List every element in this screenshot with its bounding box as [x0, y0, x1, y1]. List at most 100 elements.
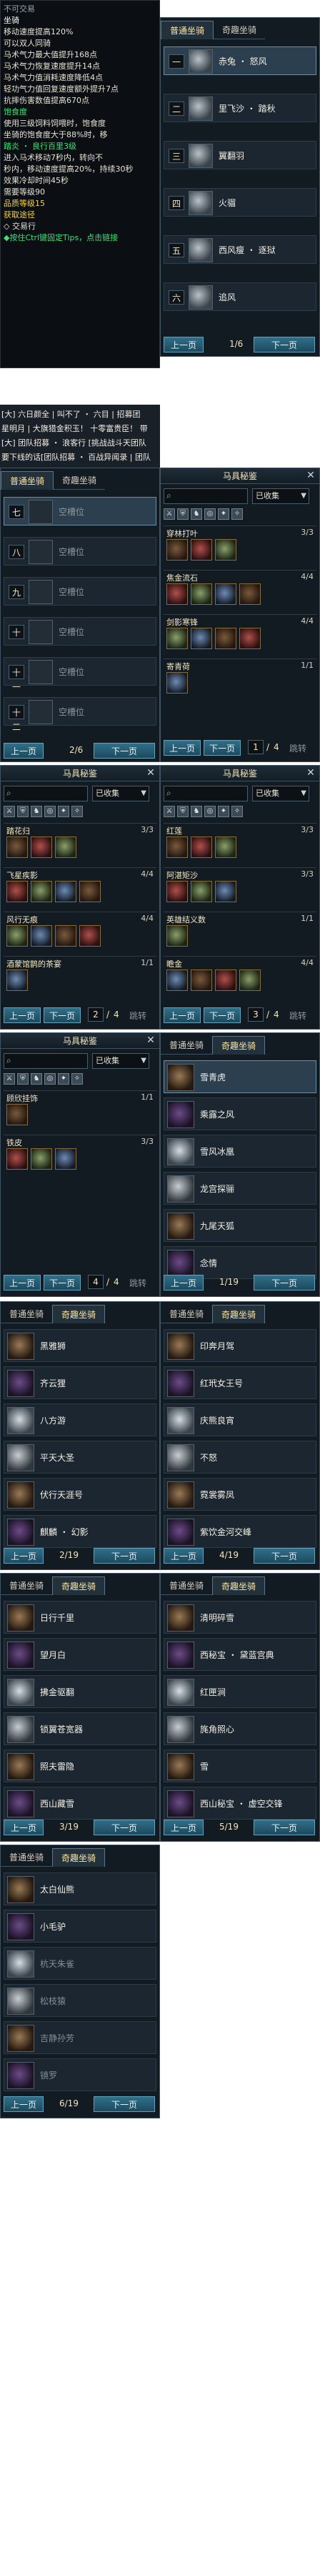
fun-mount-row[interactable]: 杭天朱雀 — [4, 1947, 156, 1980]
mount-slot-row[interactable]: 九 空槽位 — [4, 577, 156, 606]
harness-item-slot[interactable] — [191, 837, 212, 858]
category-icon[interactable]: ⚔ — [164, 508, 175, 520]
fun-mount-row[interactable]: 日行千里 — [4, 1601, 156, 1634]
fun-mount-row[interactable]: 雪青虎 — [164, 1060, 316, 1093]
fun-mount-row[interactable]: 照夫雷隐 — [4, 1750, 156, 1782]
prev-page-button[interactable]: 上一页 — [164, 337, 204, 352]
fun-mount-row[interactable]: 乘露之风 — [164, 1097, 316, 1130]
category-icon[interactable]: ◎ — [204, 508, 216, 520]
harness-item-slot[interactable] — [79, 881, 101, 902]
tab-normal-mounts[interactable]: 普通坐骑 — [161, 1305, 213, 1323]
category-icon[interactable]: ✦ — [58, 806, 69, 817]
tab-fun-mounts[interactable]: 奇趣坐骑 — [212, 1576, 266, 1595]
jump-button[interactable]: 跳转 — [289, 742, 306, 754]
category-icon[interactable]: ✧ — [231, 508, 243, 520]
prev-page-button[interactable]: 上一页 — [164, 1275, 204, 1291]
tab-normal-mounts[interactable]: 普通坐骑 — [1, 1305, 53, 1323]
category-icon[interactable]: ✧ — [71, 1073, 83, 1085]
harness-item-slot[interactable] — [55, 1148, 76, 1170]
mount-slot-row[interactable]: 十二 空槽位 — [4, 697, 156, 732]
prev-page-button[interactable]: 上一页 — [164, 1007, 201, 1023]
prev-page-button[interactable]: 上一页 — [4, 743, 44, 759]
category-icon[interactable]: ⛨ — [17, 1073, 29, 1085]
harness-item-slot[interactable] — [166, 837, 188, 858]
fun-mount-row[interactable]: 吉静孙芳 — [4, 2021, 156, 2054]
fun-mount-row[interactable]: 红玳女王号 — [164, 1366, 316, 1399]
harness-item-slot[interactable] — [55, 925, 76, 947]
harness-item-slot[interactable] — [6, 1104, 28, 1125]
category-icon[interactable]: ⚔ — [4, 806, 15, 817]
mount-slot-row[interactable]: 三 翼翻羽 — [164, 141, 316, 169]
prev-page-button[interactable]: 上一页 — [4, 1275, 41, 1291]
category-icon[interactable]: ✦ — [218, 806, 229, 817]
category-icon[interactable]: ♞ — [31, 806, 42, 817]
fun-mount-row[interactable]: 紫饮金河交峰 — [164, 1515, 316, 1548]
page-input[interactable]: 1 — [248, 740, 264, 754]
harness-item-slot[interactable] — [6, 881, 28, 902]
category-icon[interactable]: ⚔ — [164, 806, 175, 817]
close-icon[interactable]: ✕ — [145, 767, 156, 779]
fun-mount-row[interactable]: 八方游 — [4, 1403, 156, 1436]
mount-slot-row[interactable]: 一 赤兔 ・ 怒风 — [164, 46, 316, 75]
fun-mount-row[interactable]: 望月白 — [4, 1638, 156, 1671]
next-page-button[interactable]: 下一页 — [204, 740, 241, 756]
harness-item-slot[interactable] — [215, 837, 236, 858]
fun-mount-row[interactable]: 西山秘宝 ・ 虚空交锋 — [164, 1787, 316, 1820]
next-page-button[interactable]: 下一页 — [94, 2096, 155, 2112]
close-icon[interactable]: ✕ — [305, 767, 316, 779]
collected-filter-select[interactable]: 已收集 ▼ — [252, 786, 309, 801]
tab-fun-mounts[interactable]: 奇趣坐骑 — [52, 1576, 106, 1595]
harness-item-slot[interactable] — [191, 881, 212, 902]
tab-normal-mounts[interactable]: 普通坐骑 — [161, 21, 214, 39]
harness-item-slot[interactable] — [191, 628, 212, 649]
collected-filter-select[interactable]: 已收集 ▼ — [92, 786, 149, 801]
harness-item-slot[interactable] — [31, 925, 52, 947]
prev-page-button[interactable]: 上一页 — [4, 2096, 44, 2112]
tab-fun-mounts[interactable]: 奇趣坐骑 — [214, 21, 266, 39]
collected-filter-select[interactable]: 已收集 ▼ — [92, 1053, 149, 1069]
harness-item-slot[interactable] — [239, 628, 261, 649]
harness-item-slot[interactable] — [55, 881, 76, 902]
harness-item-slot[interactable] — [166, 969, 188, 991]
fun-mount-row[interactable]: 庆熊良宵 — [164, 1403, 316, 1436]
fun-mount-row[interactable]: 小毛驴 — [4, 1910, 156, 1943]
chat-message[interactable]: [大] 团队招募 ・ 浪客行 [挑战战斗天团队 — [1, 438, 146, 449]
fun-mount-row[interactable]: 镜罗 — [4, 2058, 156, 2091]
page-input[interactable]: 2 — [88, 1007, 104, 1022]
category-icon[interactable]: ⛨ — [17, 806, 29, 817]
category-icon[interactable]: ⛨ — [177, 806, 189, 817]
tab-fun-mounts[interactable]: 奇趣坐骑 — [54, 471, 106, 490]
fun-mount-row[interactable]: 麒麟 ・ 幻影 — [4, 1515, 156, 1548]
harness-item-slot[interactable] — [215, 881, 236, 902]
close-icon[interactable]: ✕ — [305, 470, 316, 481]
harness-item-slot[interactable] — [79, 925, 101, 947]
page-input[interactable]: 4 — [88, 1275, 104, 1289]
harness-item-slot[interactable] — [6, 837, 28, 858]
category-icon[interactable]: ⚔ — [4, 1073, 15, 1085]
fun-mount-row[interactable]: 清明碎雪 — [164, 1601, 316, 1634]
harness-item-slot[interactable] — [6, 1148, 28, 1170]
category-icon[interactable]: ♞ — [191, 806, 202, 817]
category-icon[interactable]: ♞ — [191, 508, 202, 520]
fun-mount-row[interactable]: 平天大圣 — [4, 1441, 156, 1474]
next-page-button[interactable]: 下一页 — [44, 1275, 81, 1291]
tab-fun-mounts[interactable]: 奇趣坐骑 — [212, 1036, 266, 1055]
fun-mount-row[interactable]: 黑雅狮 — [4, 1329, 156, 1362]
mount-slot-row[interactable]: 二 里飞沙 ・ 踏秋 — [164, 94, 316, 122]
mount-slot-row[interactable]: 七 空槽位 — [4, 497, 156, 525]
fun-mount-row[interactable]: 拂金驱翻 — [4, 1675, 156, 1708]
search-input[interactable]: ⌕ — [4, 786, 88, 801]
harness-item-slot[interactable] — [191, 583, 212, 605]
search-input[interactable]: ⌕ — [4, 1053, 88, 1069]
jump-button[interactable]: 跳转 — [289, 1010, 306, 1022]
mount-slot-row[interactable]: 八 空槽位 — [4, 537, 156, 566]
fun-mount-row[interactable]: 不怒 — [164, 1441, 316, 1474]
harness-item-slot[interactable] — [215, 969, 236, 991]
harness-item-slot[interactable] — [239, 969, 261, 991]
harness-item-slot[interactable] — [55, 837, 76, 858]
next-page-button[interactable]: 下一页 — [204, 1007, 241, 1023]
harness-item-slot[interactable] — [191, 969, 212, 991]
category-icon[interactable]: ♞ — [31, 1073, 42, 1085]
tab-fun-mounts[interactable]: 奇趣坐骑 — [52, 1848, 106, 1867]
search-input[interactable]: ⌕ — [164, 488, 248, 504]
